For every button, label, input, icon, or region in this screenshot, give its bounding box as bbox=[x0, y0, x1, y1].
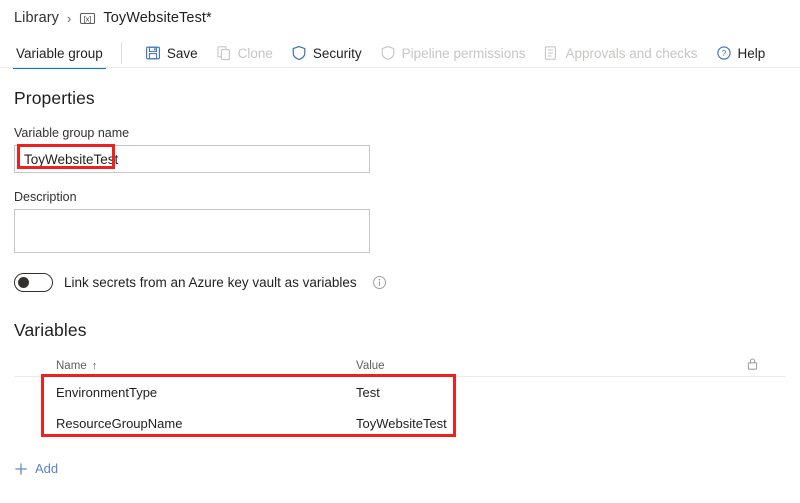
shield-outline-icon bbox=[380, 45, 396, 61]
breadcrumb-current-page: ToyWebsiteTest* bbox=[103, 10, 212, 26]
variable-group-icon: [x] bbox=[79, 10, 96, 27]
tab-variable-group-label: Variable group bbox=[16, 45, 103, 61]
tab-active-underline bbox=[13, 67, 106, 69]
help-circle-icon: ? bbox=[716, 45, 732, 61]
variables-table: Name ↑ Value EnvironmentType Test Resour… bbox=[14, 355, 786, 439]
help-button-label: Help bbox=[737, 45, 766, 61]
command-bar: Variable group Save Clone Security Pipel… bbox=[0, 38, 800, 69]
help-button[interactable]: ? Help bbox=[707, 38, 775, 68]
checklist-icon bbox=[543, 45, 559, 61]
clone-button[interactable]: Clone bbox=[207, 38, 282, 68]
variable-group-name-value: ToyWebsiteTest bbox=[24, 151, 119, 167]
variables-heading: Variables bbox=[14, 320, 87, 340]
description-label: Description bbox=[14, 190, 77, 204]
svg-text:[x]: [x] bbox=[84, 16, 91, 23]
breadcrumb-link-library[interactable]: Library bbox=[14, 10, 59, 26]
add-variable-button[interactable]: Add bbox=[0, 461, 800, 476]
clone-icon bbox=[216, 45, 232, 61]
approvals-and-checks-button-label: Approvals and checks bbox=[565, 45, 698, 61]
variables-table-header: Name ↑ Value bbox=[14, 355, 786, 377]
breadcrumb-separator: › bbox=[67, 10, 72, 26]
table-row[interactable]: EnvironmentType Test bbox=[14, 377, 786, 408]
pipeline-permissions-button-label: Pipeline permissions bbox=[401, 45, 526, 61]
lock-icon bbox=[746, 357, 759, 374]
column-header-name-label: Name bbox=[56, 359, 87, 372]
table-row[interactable]: ResourceGroupName ToyWebsiteTest bbox=[14, 408, 786, 439]
description-input[interactable] bbox=[14, 209, 370, 253]
column-header-value[interactable]: Value bbox=[356, 360, 746, 372]
command-bar-divider bbox=[120, 42, 122, 64]
column-header-name[interactable]: Name ↑ bbox=[56, 360, 356, 372]
info-circle-icon[interactable] bbox=[372, 275, 387, 290]
properties-heading: Properties bbox=[14, 88, 95, 108]
main-content: Properties Variable group name ToyWebsit… bbox=[0, 88, 800, 439]
tab-variable-group[interactable]: Variable group bbox=[13, 38, 106, 69]
key-vault-toggle-row: Link secrets from an Azure key vault as … bbox=[14, 273, 786, 292]
pipeline-permissions-button[interactable]: Pipeline permissions bbox=[371, 38, 535, 68]
column-header-value-label: Value bbox=[356, 359, 385, 372]
variable-name: EnvironmentType bbox=[56, 385, 158, 400]
variable-value: Test bbox=[356, 385, 380, 400]
sort-ascending-icon: ↑ bbox=[91, 359, 98, 372]
breadcrumb: Library › [x] ToyWebsiteTest* bbox=[0, 0, 800, 36]
add-variable-label: Add bbox=[35, 461, 59, 476]
clone-button-label: Clone bbox=[237, 45, 273, 61]
link-secrets-toggle-label: Link secrets from an Azure key vault as … bbox=[64, 275, 357, 290]
save-button[interactable]: Save bbox=[136, 38, 207, 68]
save-button-label: Save bbox=[166, 45, 198, 61]
shield-icon bbox=[291, 45, 307, 61]
approvals-and-checks-button[interactable]: Approvals and checks bbox=[534, 38, 706, 68]
security-button[interactable]: Security bbox=[282, 38, 371, 68]
column-header-lock bbox=[746, 357, 786, 374]
svg-text:?: ? bbox=[721, 48, 726, 58]
variable-value: ToyWebsiteTest bbox=[356, 416, 447, 431]
variable-group-name-label: Variable group name bbox=[14, 126, 130, 140]
variable-name: ResourceGroupName bbox=[56, 416, 183, 431]
save-icon bbox=[145, 45, 161, 61]
toggle-knob bbox=[18, 277, 29, 288]
plus-icon bbox=[14, 462, 28, 476]
security-button-label: Security bbox=[312, 45, 362, 61]
variable-group-name-input[interactable]: ToyWebsiteTest bbox=[14, 145, 370, 173]
link-secrets-toggle[interactable] bbox=[14, 273, 53, 292]
